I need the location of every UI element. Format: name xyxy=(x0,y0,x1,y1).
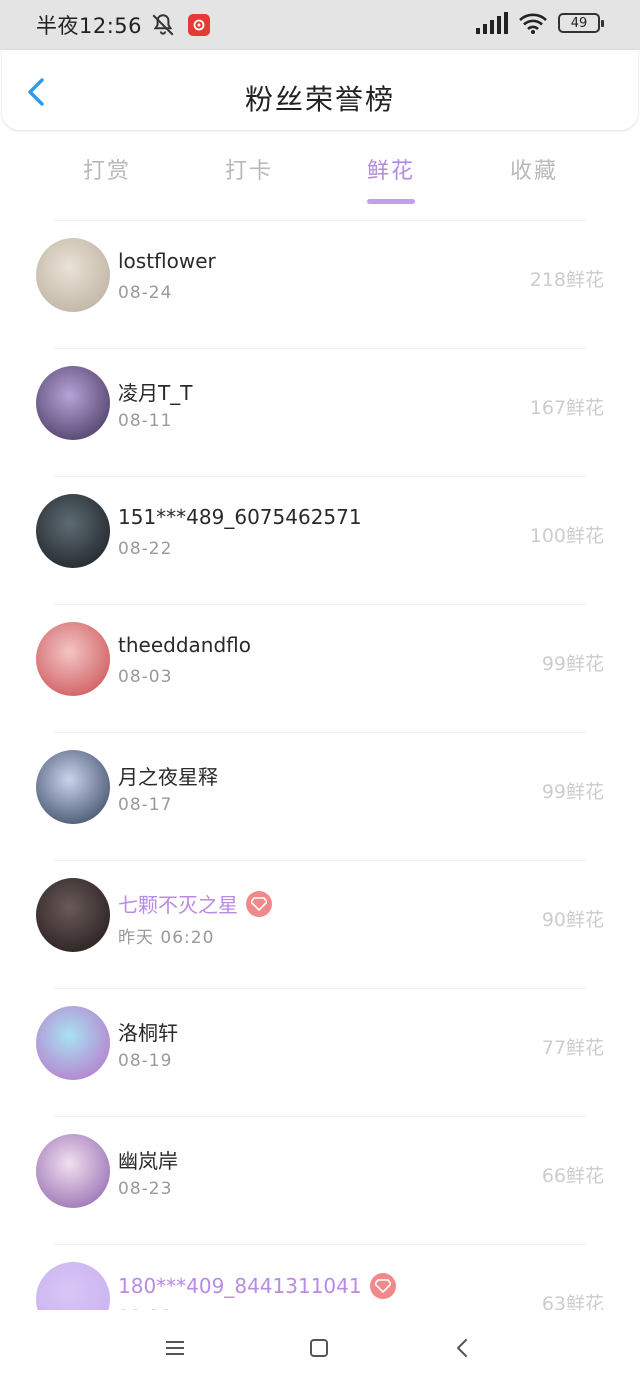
page-title: 粉丝荣誉榜 xyxy=(244,83,395,116)
tab-favorites[interactable]: 收藏 xyxy=(484,153,584,185)
avatar[interactable] xyxy=(36,494,110,568)
flower-count: 167鲜花 xyxy=(529,397,604,419)
home-icon[interactable] xyxy=(307,1336,331,1360)
fan-name: theeddandflo xyxy=(118,633,251,657)
flower-count: 66鲜花 xyxy=(541,1165,604,1187)
fan-date: 08-24 xyxy=(118,283,173,303)
fan-ranking-list: lostflower 08-24 218鲜花 凌月T_T 08-11 167鲜花… xyxy=(0,220,640,1372)
fan-name: 月之夜星释 xyxy=(118,765,218,789)
list-item[interactable]: theeddandflo 08-03 99鲜花 xyxy=(0,605,640,732)
diamond-icon xyxy=(246,890,272,917)
flower-count: 99鲜花 xyxy=(541,653,604,675)
fan-date: 08-11 xyxy=(118,411,173,431)
active-tab-indicator xyxy=(367,199,415,204)
list-item[interactable]: 洛桐轩 08-19 77鲜花 xyxy=(0,989,640,1116)
fan-name: 180***409_8441311041 xyxy=(118,1274,362,1298)
tab-checkin[interactable]: 打卡 xyxy=(199,153,299,185)
header: 粉丝荣誉榜 xyxy=(2,50,638,130)
fan-date: 08-23 xyxy=(118,1179,173,1199)
diamond-icon xyxy=(369,1273,396,1299)
signal-icon xyxy=(476,12,508,34)
avatar[interactable] xyxy=(36,1134,110,1208)
fan-date: 08-19 xyxy=(118,1051,173,1071)
bell-off-icon xyxy=(152,14,174,36)
list-item[interactable]: lostflower 08-24 218鲜花 xyxy=(0,221,640,348)
avatar[interactable] xyxy=(36,622,110,696)
flower-count: 90鲜花 xyxy=(541,909,604,931)
fan-name: 洛桐轩 xyxy=(118,1021,178,1045)
status-indicators: 49 xyxy=(476,12,604,34)
fan-name: 151***489_6075462571 xyxy=(118,505,362,529)
tab-reward[interactable]: 打赏 xyxy=(57,153,157,185)
fan-date: 08-03 xyxy=(118,667,173,687)
back-icon[interactable] xyxy=(451,1336,475,1360)
status-time: 半夜12:56 xyxy=(36,14,143,38)
tab-bar: 打赏 打卡 鲜花 收藏 xyxy=(0,145,640,205)
list-item[interactable]: 幽岚岸 08-23 66鲜花 xyxy=(0,1117,640,1244)
list-item[interactable]: 七颗不灭之星 昨天 06:20 90鲜花 xyxy=(0,861,640,988)
fan-name: 七颗不灭之星 xyxy=(118,893,238,917)
fan-name: lostflower xyxy=(118,249,216,273)
list-item[interactable]: 151***489_6075462571 08-22 100鲜花 xyxy=(0,477,640,604)
tab-flowers-label: 鲜花 xyxy=(366,159,415,184)
flower-count: 100鲜花 xyxy=(529,525,604,547)
list-item[interactable]: 月之夜星释 08-17 99鲜花 xyxy=(0,733,640,860)
battery-icon: 49 xyxy=(558,13,604,33)
fan-name: 幽岚岸 xyxy=(118,1149,178,1173)
menu-icon[interactable] xyxy=(163,1336,187,1360)
fan-date: 08-22 xyxy=(118,539,173,559)
list-item[interactable]: 凌月T_T 08-11 167鲜花 xyxy=(0,349,640,476)
tab-flowers[interactable]: 鲜花 xyxy=(341,153,441,204)
music-app-icon xyxy=(188,14,211,36)
avatar[interactable] xyxy=(36,238,110,312)
wifi-icon xyxy=(519,13,547,34)
flower-count: 77鲜花 xyxy=(541,1037,604,1059)
system-nav-bar xyxy=(0,1310,640,1387)
avatar[interactable] xyxy=(36,366,110,440)
fan-name: 凌月T_T xyxy=(118,381,193,405)
flower-count: 218鲜花 xyxy=(529,269,604,291)
flower-count: 99鲜花 xyxy=(541,781,604,803)
fan-date: 08-17 xyxy=(118,795,173,815)
avatar[interactable] xyxy=(36,750,110,824)
avatar[interactable] xyxy=(36,1006,110,1080)
fan-date: 昨天 06:20 xyxy=(118,928,215,948)
status-bar: 半夜12:56 49 xyxy=(0,0,640,50)
avatar[interactable] xyxy=(36,878,110,952)
